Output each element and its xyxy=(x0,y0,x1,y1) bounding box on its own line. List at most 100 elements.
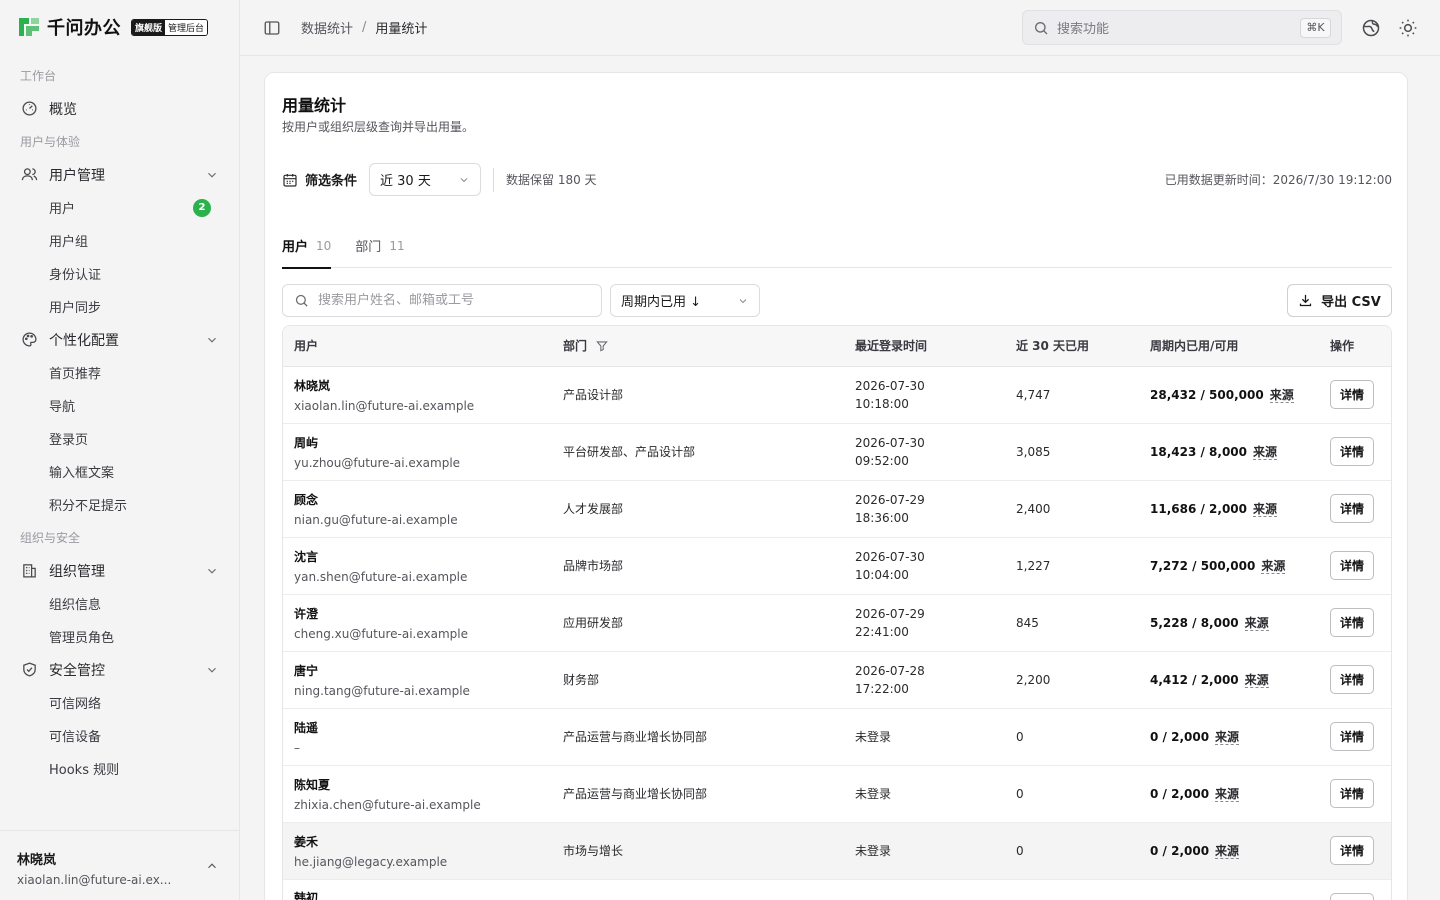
source-link[interactable]: 来源 xyxy=(1215,787,1240,802)
shortcut-badge: ⌘K xyxy=(1300,17,1331,38)
table-row: 沈言 yan.shen@future-ai.example 品牌市场部 2026-… xyxy=(283,537,1391,595)
period-usage: 5,228 / 8,000 xyxy=(1150,616,1239,630)
breadcrumb-parent[interactable]: 数据统计 xyxy=(301,18,353,37)
table-row: 顾念 nian.gu@future-ai.example 人才发展部 2026-0… xyxy=(283,480,1391,538)
nav-sub-label: 可信网络 xyxy=(49,697,102,712)
export-csv-button[interactable]: 导出 CSV xyxy=(1287,284,1392,317)
nav-sub-login-page[interactable]: 登录页 xyxy=(0,422,239,455)
divider xyxy=(493,167,495,192)
period-usage: 4,412 / 2,000 xyxy=(1150,673,1239,687)
source-link[interactable]: 来源 xyxy=(1244,616,1269,631)
table-row: 周屿 yu.zhou@future-ai.example 平台研发部、产品设计部 … xyxy=(283,423,1391,481)
nav-sub-home-recommend[interactable]: 首页推荐 xyxy=(0,356,239,389)
nav-item-label: 组织管理 xyxy=(49,563,105,580)
nav-sub-user-sync[interactable]: 用户同步 xyxy=(0,290,239,323)
nav-item-user-management[interactable]: 用户管理 xyxy=(0,158,239,191)
nav-sub-trusted-network[interactable]: 可信网络 xyxy=(0,686,239,719)
retention-note: 数据保留 180 天 xyxy=(506,173,597,187)
department: 市场与增长 xyxy=(552,822,844,880)
users-icon xyxy=(20,166,38,184)
nav-sub-label: 导航 xyxy=(49,400,76,415)
detail-button[interactable]: 详情 xyxy=(1330,892,1374,900)
detail-button[interactable]: 详情 xyxy=(1330,380,1374,409)
nav-item-overview[interactable]: 概览 xyxy=(0,92,239,125)
brand-name: 千问办公 xyxy=(47,18,121,39)
page-title: 用量统计 xyxy=(282,96,347,115)
palette-icon xyxy=(20,331,38,349)
user-search[interactable] xyxy=(282,284,602,317)
nav-sub-org-info[interactable]: 组织信息 xyxy=(0,587,239,620)
period-usage: 28,432 / 500,000 xyxy=(1150,388,1264,402)
nav-sub-low-credit-tip[interactable]: 积分不足提示 xyxy=(0,488,239,521)
breadcrumb-separator: / xyxy=(362,20,367,35)
sidebar: 千问办公 旗舰版 管理后台 工作台 概览 用户与体验 用户管理 用户 2 用户组… xyxy=(0,0,240,900)
detail-button[interactable]: 详情 xyxy=(1330,722,1374,751)
calendar-icon xyxy=(283,173,297,187)
detail-button[interactable]: 详情 xyxy=(1330,779,1374,808)
edition-badge-primary: 旗舰版 xyxy=(132,19,166,35)
chevron-down-icon xyxy=(208,172,216,178)
login-date: 2026-07-29 xyxy=(855,492,925,507)
date-range-select[interactable]: 近 30 天 xyxy=(369,163,482,196)
sort-select[interactable]: 周期内已用 ↓ xyxy=(610,284,760,317)
period-usage: 0 / 2,000 xyxy=(1150,844,1210,858)
current-user-name: 林晓岚 xyxy=(17,853,57,868)
nav-sub-navigation[interactable]: 导航 xyxy=(0,389,239,422)
sun-icon[interactable] xyxy=(1398,18,1418,38)
global-search[interactable]: 搜索功能 ⌘K xyxy=(1022,10,1342,45)
nav-item-label: 概览 xyxy=(49,101,77,118)
tab-users[interactable]: 用户 10 xyxy=(282,223,332,269)
nav-item-org-management[interactable]: 组织管理 xyxy=(0,554,239,587)
login-date: 2026-07-30 xyxy=(855,378,925,393)
detail-button[interactable]: 详情 xyxy=(1330,608,1374,637)
detail-button[interactable]: 详情 xyxy=(1330,551,1374,580)
nav-sub-admin-roles[interactable]: 管理员角色 xyxy=(0,620,239,653)
nav-sub-user-groups[interactable]: 用户组 xyxy=(0,224,239,257)
detail-button[interactable]: 详情 xyxy=(1330,836,1374,865)
source-link[interactable]: 来源 xyxy=(1215,730,1240,745)
source-link[interactable]: 来源 xyxy=(1253,502,1278,517)
used-30d: 2,200 xyxy=(1005,651,1139,709)
nav-item-security-control[interactable]: 安全管控 xyxy=(0,653,239,686)
detail-button[interactable]: 详情 xyxy=(1330,665,1374,694)
used-30d: 845 xyxy=(1005,594,1139,652)
user-name: 林晓岚 xyxy=(294,378,331,393)
edition-badge: 旗舰版 管理后台 xyxy=(131,18,209,36)
source-link[interactable]: 来源 xyxy=(1269,388,1294,403)
tab-count: 10 xyxy=(316,238,332,253)
detail-button[interactable]: 详情 xyxy=(1330,494,1374,523)
table-row: 陆遥 – 产品运营与商业增长协同部 未登录 0 0 / 2,000 来源 详情 xyxy=(283,708,1391,766)
brand[interactable]: 千问办公 旗舰版 管理后台 xyxy=(0,0,239,54)
department: 品牌市场部 xyxy=(552,537,844,595)
filter-icon[interactable] xyxy=(595,339,609,353)
nav-sub-hooks-rules[interactable]: Hooks 规则 xyxy=(0,752,239,785)
header-used-30d: 近 30 天已用 xyxy=(1005,326,1139,367)
source-link[interactable]: 来源 xyxy=(1261,559,1286,574)
source-link[interactable]: 来源 xyxy=(1244,673,1269,688)
user-search-input[interactable] xyxy=(318,293,588,308)
building-icon xyxy=(20,562,38,580)
login-date: 2026-07-30 xyxy=(855,435,925,450)
header-department-label: 部门 xyxy=(563,339,588,354)
nav-sub-users[interactable]: 用户 2 xyxy=(0,191,239,224)
period-usage: 0 / 2,000 xyxy=(1150,730,1210,744)
tab-departments[interactable]: 部门 11 xyxy=(355,223,404,268)
current-user-menu[interactable]: 林晓岚 xiaolan.lin@future-ai.ex... xyxy=(0,830,239,900)
source-link[interactable]: 来源 xyxy=(1253,445,1278,460)
source-link[interactable]: 来源 xyxy=(1215,844,1240,859)
nav-sub-trusted-devices[interactable]: 可信设备 xyxy=(0,719,239,752)
detail-button[interactable]: 详情 xyxy=(1330,437,1374,466)
used-30d: 0 xyxy=(1005,708,1139,766)
login-date: 2026-07-29 xyxy=(855,606,925,621)
nav-item-personalization[interactable]: 个性化配置 xyxy=(0,323,239,356)
user-name: 陆遥 xyxy=(294,720,319,735)
user-name: 姜禾 xyxy=(294,834,319,849)
globe-icon[interactable] xyxy=(1361,18,1381,38)
brand-logo-icon xyxy=(19,18,39,36)
user-email: he.jiang@legacy.example xyxy=(294,854,448,869)
user-name: 陈知夏 xyxy=(294,777,331,792)
nav-sub-identity-auth[interactable]: 身份认证 xyxy=(0,257,239,290)
header-actions: 操作 xyxy=(1319,326,1391,367)
sidebar-toggle-icon[interactable] xyxy=(263,19,281,37)
nav-sub-input-copy[interactable]: 输入框文案 xyxy=(0,455,239,488)
